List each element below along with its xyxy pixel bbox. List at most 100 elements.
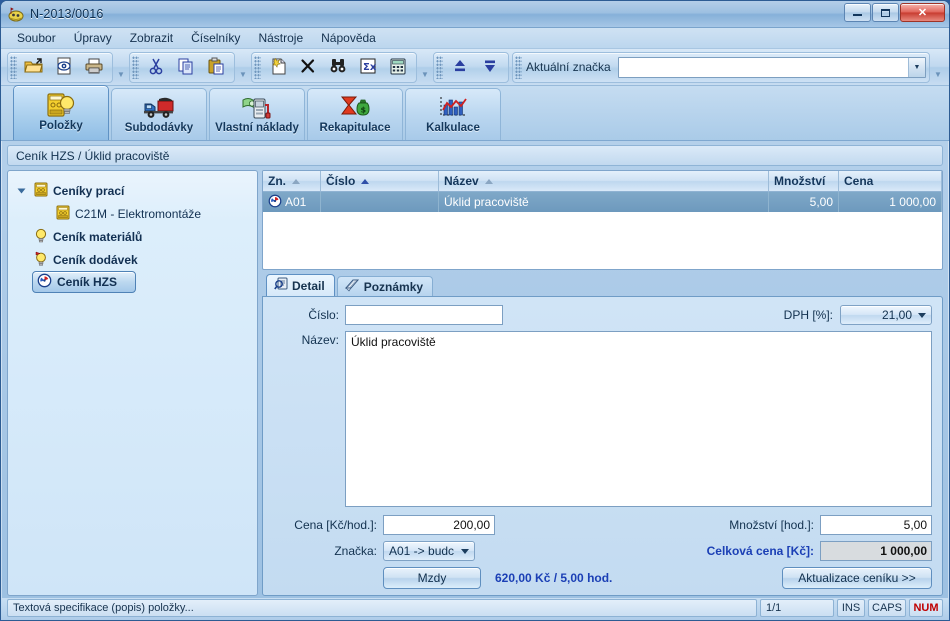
find-button[interactable] [323, 54, 353, 81]
sum-sigma-icon: Σx [359, 57, 377, 78]
menu-item-upravy[interactable]: Úpravy [66, 29, 120, 47]
toolbar-overflow-edit[interactable]: ▼ [238, 53, 248, 81]
maximize-icon [881, 8, 890, 17]
toolbar-overflow-mark[interactable]: ▼ [933, 53, 943, 81]
toolbar: ▼ ▼ Σx ▼ Aktuální značka ▼ ▼ [1, 49, 949, 86]
move-up-button[interactable] [445, 54, 475, 81]
bar-chart-icon [437, 93, 469, 121]
new-document-icon [269, 57, 287, 78]
bulb-red-icon [34, 251, 48, 269]
current-mark-label: Aktuální značka [526, 60, 611, 74]
cell-nazev: Úklid pracoviště [439, 192, 769, 212]
znacka-value: A01 -> budc [389, 544, 455, 558]
menu-item-zobrazit[interactable]: Zobrazit [122, 29, 181, 47]
clock-worker-icon [37, 273, 52, 291]
module-tab-rekapitulace[interactable]: $ Rekapitulace [307, 88, 403, 140]
cena-input[interactable] [383, 515, 495, 535]
tab-detail[interactable]: Detail [266, 274, 335, 296]
module-tab-kalkulace[interactable]: Kalkulace [405, 88, 501, 140]
tab-label: Detail [292, 278, 325, 293]
row-cislo-dph: Číslo: DPH [%]: 21,00 [273, 305, 932, 325]
sum-button[interactable]: Σx [353, 54, 383, 81]
menu-bar: Soubor Úpravy Zobrazit Číselníky Nástroj… [1, 28, 949, 49]
content-area: Ceníky prací C21M - Elektromontáže Ceník… [1, 166, 949, 598]
items-grid: Zn. Číslo Název Množství Cena A01 Úklid … [262, 170, 943, 270]
cislo-label: Číslo: [308, 308, 339, 322]
grid-col-nazev[interactable]: Název [439, 171, 769, 192]
paste-button[interactable] [201, 54, 231, 81]
preview-button[interactable] [49, 54, 79, 81]
cell-cena: 1 000,00 [839, 192, 942, 212]
grid-col-cena[interactable]: Cena [839, 171, 942, 192]
module-tab-label: Položky [39, 120, 83, 132]
minimize-button[interactable] [844, 3, 871, 22]
delete-x-icon [299, 57, 317, 78]
pricelist-icon [56, 205, 70, 223]
maximize-button[interactable] [872, 3, 899, 22]
dph-dropdown[interactable]: 21,00 [840, 305, 932, 325]
module-tab-vlastni-naklady[interactable]: Vlastní náklady [209, 88, 305, 140]
toolbar-overflow-record[interactable]: ▼ [420, 53, 430, 81]
tree-item-cenik-dodavek[interactable]: Ceník dodávek [14, 248, 253, 271]
tree-item-cenik-hzs[interactable]: Ceník HZS [32, 271, 136, 293]
expander-icon[interactable] [17, 188, 26, 193]
current-mark-input[interactable] [618, 57, 908, 77]
module-tab-subdodavky[interactable]: Subdodávky [111, 88, 207, 140]
delete-button[interactable] [293, 54, 323, 81]
menu-item-soubor[interactable]: Soubor [9, 29, 64, 47]
grid-col-cislo[interactable]: Číslo [321, 171, 439, 192]
tree-item-label: Ceník materiálů [53, 229, 143, 244]
toolbar-grip-icon[interactable] [515, 55, 522, 79]
status-num: NUM [909, 599, 943, 617]
cislo-input[interactable] [345, 305, 503, 325]
print-button[interactable] [79, 54, 109, 81]
toolbar-grip-icon[interactable] [436, 55, 443, 79]
toolbar-grip-icon[interactable] [254, 55, 261, 79]
toolbar-overflow-file[interactable]: ▼ [116, 53, 126, 81]
dph-label: DPH [%]: [783, 308, 833, 322]
chevron-down-icon[interactable]: ▼ [908, 57, 925, 77]
menu-item-ciselniky[interactable]: Číselníky [183, 29, 248, 47]
table-row[interactable]: A01 Úklid pracoviště 5,00 1 000,00 [263, 192, 942, 212]
close-button[interactable]: ✕ [900, 3, 945, 22]
nazev-textarea[interactable]: Úklid pracoviště [345, 331, 932, 507]
cell-zn-text: A01 [285, 195, 307, 209]
tree-item-ceniky-praci[interactable]: Ceníky prací [14, 179, 253, 202]
toolbar-grip-icon[interactable] [10, 55, 17, 79]
grid-col-zn[interactable]: Zn. [263, 171, 321, 192]
cena-label: Cena [Kč/hod.]: [294, 518, 377, 532]
grid-col-mnozstvi[interactable]: Množství [769, 171, 839, 192]
tree-item-c21m[interactable]: C21M - Elektromontáže [14, 202, 253, 225]
copy-button[interactable] [171, 54, 201, 81]
chevron-down-icon [918, 312, 926, 318]
znacka-label: Značka: [334, 544, 377, 558]
cut-button[interactable] [141, 54, 171, 81]
new-button[interactable] [263, 54, 293, 81]
mzdy-button[interactable]: Mzdy [383, 567, 481, 589]
svg-text:Σx: Σx [363, 62, 377, 73]
calculator-button[interactable] [383, 54, 413, 81]
status-caps: CAPS [868, 599, 906, 617]
open-button[interactable] [19, 54, 49, 81]
tree-item-cenik-materialu[interactable]: Ceník materiálů [14, 225, 253, 248]
open-folder-icon [24, 57, 44, 78]
toolbar-grip-icon[interactable] [132, 55, 139, 79]
grid-col-label: Název [444, 174, 479, 188]
window-title: N-2013/0016 [30, 7, 104, 21]
znacka-dropdown[interactable]: A01 -> budc [383, 541, 475, 561]
svg-text:$: $ [361, 105, 367, 114]
mnozstvi-input[interactable] [820, 515, 932, 535]
cell-cislo [321, 192, 439, 212]
current-mark-combo[interactable]: ▼ [617, 56, 926, 78]
menu-item-nastroje[interactable]: Nástroje [250, 29, 311, 47]
tree-item-label: Ceník HZS [57, 275, 118, 289]
toolbar-group-move [433, 51, 509, 83]
status-bar: Textová specifikace (popis) položky... 1… [1, 598, 949, 620]
tab-poznamky[interactable]: Poznámky [336, 276, 434, 296]
module-tab-polozky[interactable]: Položky [13, 85, 109, 140]
tree-panel: Ceníky prací C21M - Elektromontáže Ceník… [7, 170, 258, 596]
current-mark-group: Aktuální značka ▼ [512, 51, 930, 83]
aktualizace-ceniku-button[interactable]: Aktualizace ceníku >> [782, 567, 932, 589]
move-down-button[interactable] [475, 54, 505, 81]
menu-item-napoveda[interactable]: Nápověda [313, 29, 384, 47]
